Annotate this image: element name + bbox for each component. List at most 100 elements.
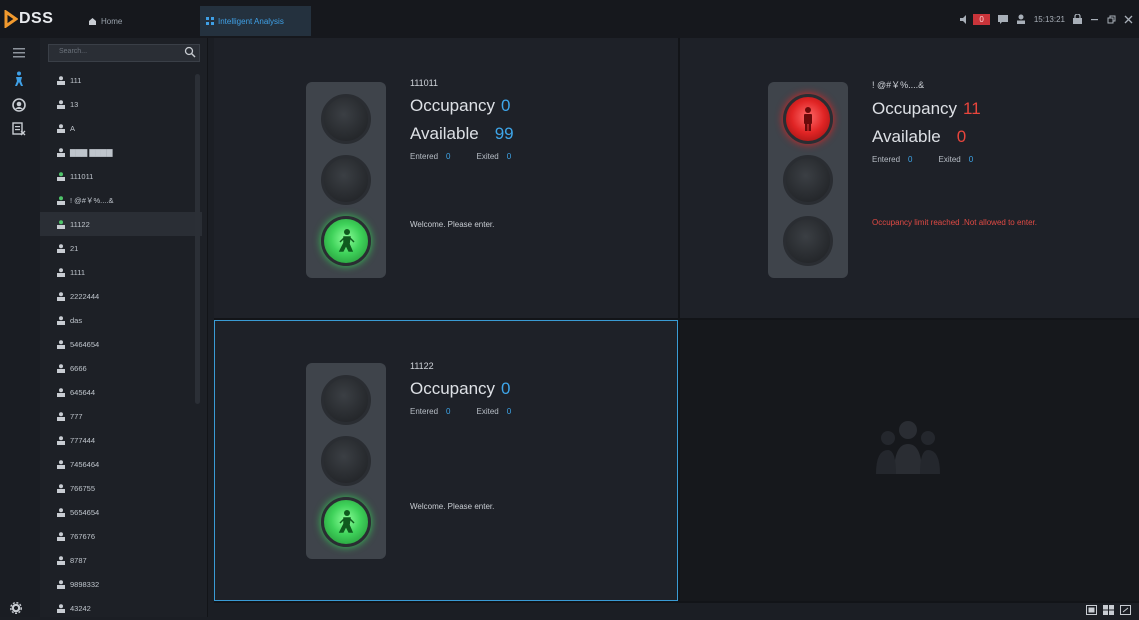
lock-icon[interactable]: [1073, 14, 1082, 24]
sidebar-item[interactable]: 111011: [40, 164, 202, 188]
area-icon: [57, 243, 65, 253]
area-icon: [57, 171, 65, 181]
area-icon: [57, 507, 65, 517]
sidebar-item[interactable]: 767676: [40, 524, 202, 548]
sidebar-item[interactable]: 6666: [40, 356, 202, 380]
user-icon[interactable]: [1016, 14, 1026, 24]
area-icon: [57, 123, 65, 133]
status-message: Occupancy limit reached .Not allowed to …: [872, 218, 1037, 227]
sidebar-item-label: 5654654: [70, 507, 100, 517]
exited-value: 0: [968, 155, 974, 164]
settings-gear-icon[interactable]: [10, 602, 22, 614]
bottom-bar: [214, 603, 1139, 617]
available-value: 99: [494, 124, 514, 143]
area-icon: [57, 531, 65, 541]
search-icon[interactable]: [184, 46, 196, 58]
people-counting-icon[interactable]: [10, 70, 28, 88]
area-icon: [57, 195, 65, 205]
clock-time: 15:13:21: [1033, 14, 1065, 24]
entered-value: 0: [446, 407, 451, 416]
sidebar-item[interactable]: 7456464: [40, 452, 202, 476]
panel-info: ! @#￥%....& Occupancy 11 Available 0 Enter…: [872, 78, 999, 164]
exited-value: 0: [506, 152, 512, 161]
standing-person-icon: [804, 107, 812, 131]
area-name: 11122: [410, 361, 434, 371]
alarm-count-badge: 0: [973, 13, 990, 25]
occupancy-label: Occupancy: [410, 379, 496, 398]
entered-exited-row: Entered 0 Exited 0: [410, 407, 537, 416]
report-icon[interactable]: [10, 120, 28, 138]
sidebar-item[interactable]: 645644: [40, 380, 202, 404]
lamp-top-red: [783, 94, 833, 144]
occupancy-row: Occupancy 0: [410, 379, 537, 399]
sidebar-item[interactable]: 9898332: [40, 572, 202, 596]
sidebar-item[interactable]: das: [40, 308, 202, 332]
area-icon: [57, 219, 65, 229]
panel-info: 11122 Occupancy 0 Entered 0 Exited 0: [410, 361, 537, 416]
traffic-light: [768, 82, 848, 278]
dss-logo: DSS: [4, 8, 53, 30]
occupancy-label: Occupancy: [872, 99, 958, 118]
close-icon[interactable]: [1124, 15, 1133, 24]
lamp-middle: [321, 436, 371, 486]
search-input[interactable]: Search...: [48, 44, 200, 62]
lamp-bottom: [783, 216, 833, 266]
walking-person-icon: [338, 229, 355, 252]
sidebar-item[interactable]: A: [40, 116, 202, 140]
sidebar-item-label: 777444: [70, 435, 96, 445]
grid-view-icon[interactable]: [1103, 605, 1114, 615]
sidebar-item-label: 9898332: [70, 579, 100, 589]
sidebar-item[interactable]: 5654654: [40, 500, 202, 524]
grid-icon: [206, 17, 214, 25]
logo-text: DSS: [19, 10, 54, 27]
empty-panel[interactable]: [680, 320, 1139, 601]
home-icon: [89, 18, 96, 25]
sidebar-item-label: A: [70, 123, 76, 133]
sidebar-item[interactable]: 8787: [40, 548, 202, 572]
area-icon: [57, 579, 65, 589]
sidebar-item[interactable]: ! @#￥%....&: [40, 188, 202, 212]
face-recognition-icon[interactable]: [10, 96, 28, 114]
message-icon[interactable]: [997, 14, 1008, 24]
sidebar-item[interactable]: 11122: [40, 212, 202, 236]
lamp-bottom-green: [321, 216, 371, 266]
restore-icon[interactable]: [1107, 15, 1116, 24]
sidebar-item[interactable]: 21: [40, 236, 202, 260]
minimize-icon[interactable]: [1090, 15, 1099, 24]
single-view-icon[interactable]: [1086, 605, 1097, 615]
occupancy-panel-3[interactable]: 11122 Occupancy 0 Entered 0 Exited 0 Welcome…: [214, 320, 678, 601]
analysis-grid: 111011 Occupancy 0 Available 99 Entered 0 Ex…: [214, 38, 1139, 603]
sidebar-item-label: 43242: [70, 603, 91, 613]
entered-exited-row: Entered 0 Exited 0: [410, 152, 537, 161]
tab-home[interactable]: Home: [82, 6, 200, 36]
tab-intelligent-analysis[interactable]: Intelligent Analysis: [200, 6, 311, 36]
sidebar-item[interactable]: 777444: [40, 428, 202, 452]
sidebar-item[interactable]: 13: [40, 92, 202, 116]
available-row: Available 99: [410, 124, 537, 144]
walking-person-icon: [338, 510, 355, 533]
sidebar-item[interactable]: 777: [40, 404, 202, 428]
system-tray: 0 15:13:21: [952, 10, 1133, 28]
sidebar-item-label: 111011: [70, 171, 94, 181]
alarm-control[interactable]: 0: [960, 13, 990, 25]
sidebar-item[interactable]: 766755: [40, 476, 202, 500]
fullscreen-icon[interactable]: [1120, 605, 1131, 615]
lamp-top: [321, 94, 371, 144]
available-value: 0: [956, 127, 967, 146]
sidebar-item[interactable]: 5464654: [40, 332, 202, 356]
device-list: 111 13 A ▇▇▇ ▇▇▇▇ 111011 ! @#￥%....& 11122 21 11…: [40, 68, 202, 620]
panel-info: 111011 Occupancy 0 Available 99 Entered 0 Ex…: [410, 78, 537, 161]
occupancy-panel-1[interactable]: 111011 Occupancy 0 Available 99 Entered 0 Ex…: [214, 38, 678, 318]
sidebar-item[interactable]: 2222444: [40, 284, 202, 308]
occupancy-row: Occupancy 0: [410, 96, 537, 116]
sidebar-item[interactable]: 111: [40, 68, 202, 92]
menu-icon[interactable]: [10, 44, 28, 62]
sidebar-item[interactable]: 43242: [40, 596, 202, 620]
tab-home-label: Home: [101, 16, 123, 26]
sidebar-item[interactable]: ▇▇▇ ▇▇▇▇: [40, 140, 202, 164]
occupancy-panel-2[interactable]: ! @#￥%....& Occupancy 11 Available 0 Enter…: [680, 38, 1139, 318]
sidebar-item-label: 8787: [70, 555, 87, 565]
sidebar-item-label: 21: [70, 243, 79, 253]
sidebar-scrollbar[interactable]: [195, 74, 200, 404]
sidebar-item[interactable]: 1111: [40, 260, 202, 284]
